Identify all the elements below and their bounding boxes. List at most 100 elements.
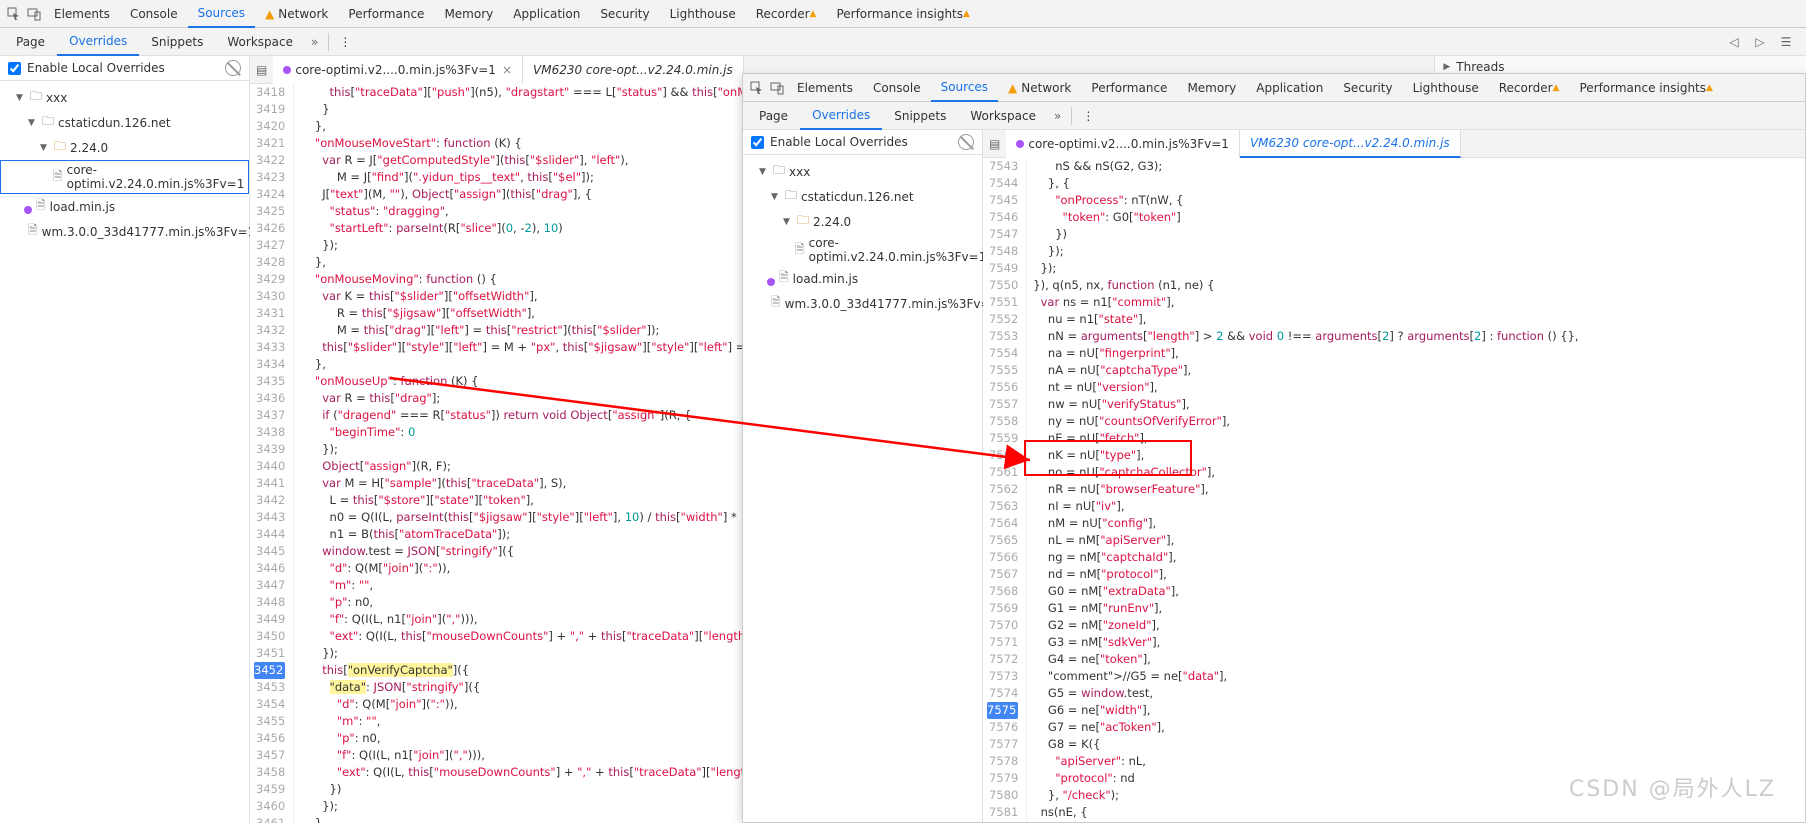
tab-recorder[interactable]: Recorder ▲ — [1489, 74, 1570, 102]
preview-icon: ▲ — [963, 9, 970, 19]
file-icon: 🗎 — [28, 221, 38, 242]
tab-network[interactable]: ▲Network — [998, 74, 1081, 102]
line-gutter: 7543754475457546754775487549755075517552… — [983, 158, 1027, 822]
overrides-toolbar: Enable Local Overrides — [0, 56, 249, 81]
tab-console[interactable]: Console — [863, 74, 931, 102]
code-editor-2[interactable]: 7543754475457546754775487549755075517552… — [983, 158, 1805, 822]
tab-sources[interactable]: Sources — [931, 74, 998, 102]
more-tabs-icon[interactable]: » — [305, 35, 324, 49]
subtab-snippets[interactable]: Snippets — [139, 28, 215, 56]
folder-icon: 🗀 — [42, 112, 54, 133]
nav-left-icon[interactable]: ◁ — [1724, 32, 1744, 52]
tree-domain[interactable]: ▼🗀cstaticdun.126.net — [0, 110, 249, 135]
file-tree: ▼🗀xxx ▼🗀cstaticdun.126.net ▼🗀2.24.0 🗎cor… — [743, 155, 982, 320]
preview-icon: ▲ — [1553, 83, 1560, 93]
tab-performance[interactable]: Performance — [338, 0, 434, 28]
tree-file[interactable]: 🗎wm.3.0.0_33d41777.min.js%3Fv=1 — [0, 219, 249, 244]
inspect-icon[interactable] — [747, 78, 767, 98]
tab-network[interactable]: ▲Network — [255, 0, 338, 28]
file-icon: 🗎 — [36, 196, 46, 217]
tree-file[interactable]: 🗎load.min.js — [0, 194, 249, 219]
chevron-down-icon: ▼ — [28, 118, 38, 128]
warning-icon: ▲ — [265, 7, 274, 21]
tab-performance-insights[interactable]: Performance insights ▲ — [826, 0, 979, 28]
nav-right-icon[interactable]: ▷ — [1750, 32, 1770, 52]
preview-icon: ▲ — [1706, 83, 1713, 93]
clear-icon[interactable] — [958, 134, 974, 150]
tree-root[interactable]: ▼🗀xxx — [743, 159, 982, 184]
tab-security[interactable]: Security — [590, 0, 659, 28]
devtools-top-tabs-2: Elements Console Sources ▲Network Perfor… — [743, 74, 1805, 102]
file-tree: ▼🗀xxx ▼🗀cstaticdun.126.net ▼🗀2.24.0 🗎cor… — [0, 81, 249, 248]
tab-lighthouse[interactable]: Lighthouse — [1403, 74, 1489, 102]
divider — [328, 33, 329, 51]
device-icon[interactable] — [24, 4, 44, 24]
file-tab[interactable]: VM6230 core-opt...v2.24.0.min.js — [523, 56, 744, 84]
tab-list-icon[interactable]: ▤ — [250, 63, 273, 77]
tree-domain[interactable]: ▼🗀cstaticdun.126.net — [743, 184, 982, 209]
tree-file[interactable]: 🗎core-optimi.v2.24.0.min.js%3Fv=1 — [0, 160, 249, 194]
enable-overrides-label: Enable Local Overrides — [27, 61, 165, 75]
tab-memory[interactable]: Memory — [1177, 74, 1246, 102]
folder-icon: 🗀 — [54, 137, 66, 158]
tab-performance[interactable]: Performance — [1081, 74, 1177, 102]
tab-memory[interactable]: Memory — [434, 0, 503, 28]
menu-icon[interactable]: ⋮ — [1076, 109, 1100, 123]
editor-file-tabs-2: ▤ core-optimi.v2....0.min.js%3Fv=1 VM623… — [983, 130, 1805, 158]
preview-icon: ▲ — [810, 9, 817, 19]
tree-version[interactable]: ▼🗀2.24.0 — [0, 135, 249, 160]
subtab-overrides[interactable]: Overrides — [800, 102, 882, 130]
tab-application[interactable]: Application — [503, 0, 590, 28]
override-dot-icon — [283, 66, 291, 74]
tree-file[interactable]: 🗎core-optimi.v2.24.0.min.js%3Fv=1 — [743, 234, 982, 266]
subtab-workspace[interactable]: Workspace — [958, 102, 1048, 130]
subtab-workspace[interactable]: Workspace — [215, 28, 305, 56]
file-navigator: Enable Local Overrides ▼🗀xxx ▼🗀cstaticdu… — [0, 56, 250, 823]
second-devtools-window: Elements Console Sources ▲Network Perfor… — [742, 73, 1806, 823]
tab-list-icon[interactable]: ▤ — [983, 137, 1006, 151]
tab-performance-insights[interactable]: Performance insights ▲ — [1569, 74, 1722, 102]
tab-elements[interactable]: Elements — [44, 0, 120, 28]
line-gutter: 3418341934203421342234233424342534263427… — [250, 84, 294, 823]
close-icon[interactable]: × — [502, 63, 512, 77]
file-navigator-2: Enable Local Overrides ▼🗀xxx ▼🗀cstaticdu… — [743, 130, 983, 822]
tab-application[interactable]: Application — [1246, 74, 1333, 102]
chevron-down-icon: ▼ — [40, 143, 50, 153]
overrides-toolbar: Enable Local Overrides — [743, 130, 982, 155]
override-dot-icon — [24, 206, 32, 214]
tab-lighthouse[interactable]: Lighthouse — [660, 0, 746, 28]
subtab-overrides[interactable]: Overrides — [57, 28, 139, 56]
subtab-snippets[interactable]: Snippets — [882, 102, 958, 130]
tree-root[interactable]: ▼🗀xxx — [0, 85, 249, 110]
devtools-top-tabs: Elements Console Sources ▲Network Perfor… — [0, 0, 1806, 28]
tab-sources[interactable]: Sources — [188, 0, 255, 28]
sources-sub-tabs-2: Page Overrides Snippets Workspace » ⋮ — [743, 102, 1805, 130]
subtab-page[interactable]: Page — [747, 102, 800, 130]
clear-icon[interactable] — [225, 60, 241, 76]
tree-file[interactable]: 🗎load.min.js — [743, 266, 982, 291]
divider — [1071, 107, 1072, 125]
tree-file[interactable]: 🗎wm.3.0.0_33d41777.min.js%3Fv=1 — [743, 291, 982, 316]
enable-overrides-checkbox[interactable] — [751, 136, 764, 149]
device-icon[interactable] — [767, 78, 787, 98]
file-tab[interactable]: VM6230 core-opt...v2.24.0.min.js — [1240, 130, 1461, 158]
file-icon: 🗎 — [53, 167, 63, 188]
tab-console[interactable]: Console — [120, 0, 188, 28]
enable-overrides-checkbox[interactable] — [8, 62, 21, 75]
file-tab[interactable]: core-optimi.v2....0.min.js%3Fv=1× — [273, 56, 523, 84]
editor-stack-2: ▤ core-optimi.v2....0.min.js%3Fv=1 VM623… — [983, 130, 1805, 822]
menu-icon[interactable]: ⋮ — [333, 35, 357, 49]
inspect-icon[interactable] — [4, 4, 24, 24]
tab-elements[interactable]: Elements — [787, 74, 863, 102]
sources-sub-tabs: Page Overrides Snippets Workspace » ⋮ ◁ … — [0, 28, 1806, 56]
tree-version[interactable]: ▼🗀2.24.0 — [743, 209, 982, 234]
chevron-right-icon: ▶ — [1443, 62, 1450, 72]
tab-security[interactable]: Security — [1333, 74, 1402, 102]
folder-icon: 🗀 — [30, 87, 42, 108]
more-tabs-icon[interactable]: » — [1048, 109, 1067, 123]
code-content: nS && nS(G2, G3); }, { "onProcess": nT(n… — [1027, 158, 1805, 822]
subtab-page[interactable]: Page — [4, 28, 57, 56]
tab-recorder[interactable]: Recorder ▲ — [746, 0, 827, 28]
list-icon[interactable]: ☰ — [1776, 32, 1796, 52]
file-tab[interactable]: core-optimi.v2....0.min.js%3Fv=1 — [1006, 130, 1240, 158]
